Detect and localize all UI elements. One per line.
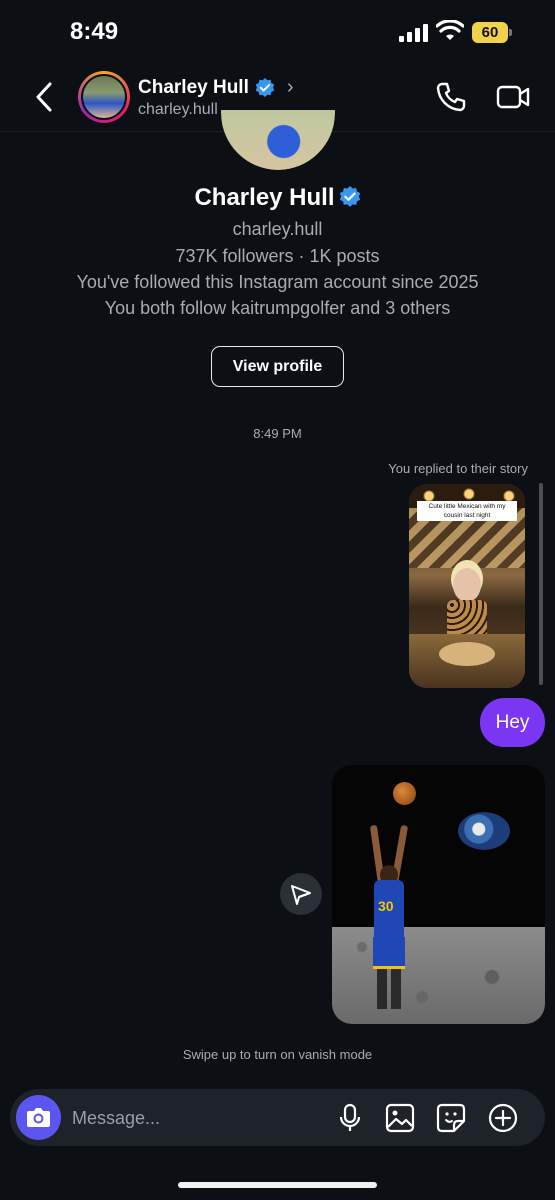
player: 30 (368, 824, 412, 1011)
message-input[interactable] (72, 1103, 312, 1133)
camera-button[interactable] (16, 1095, 61, 1140)
status-bar: 8:49 60 (0, 0, 555, 62)
verified-icon (255, 77, 275, 97)
back-chevron-icon[interactable] (30, 80, 60, 114)
battery-level: 60 (472, 22, 508, 43)
header-username[interactable]: charley.hull (138, 101, 218, 119)
profile-stats: 737K followers · 1K posts (175, 246, 380, 266)
add-icon[interactable] (488, 1103, 518, 1133)
story-caption: Cute little Mexican with my cousin last … (417, 501, 517, 521)
header-name: Charley Hull (138, 76, 249, 98)
camera-icon (27, 1108, 50, 1127)
jersey-number: 30 (378, 898, 394, 914)
story-reply-note: You replied to their story (388, 461, 528, 476)
header-avatar[interactable] (78, 71, 130, 123)
story-preview[interactable]: Cute little Mexican with my cousin last … (409, 484, 525, 688)
chevron-right-icon: › (286, 76, 294, 98)
view-profile-button[interactable]: View profile (211, 346, 344, 387)
profile-mutuals: You both follow kaitrumpgolfer and 3 oth… (104, 298, 451, 318)
header-name-row[interactable]: Charley Hull › (138, 76, 294, 99)
moon-surface (332, 927, 545, 1024)
profile-name-row: Charley Hull (0, 184, 555, 212)
sticker-icon[interactable] (436, 1103, 466, 1133)
scrollbar[interactable] (539, 483, 543, 685)
vanish-mode-hint: Swipe up to turn on vanish mode (182, 1047, 373, 1062)
profile-username: charley.hull (232, 219, 323, 239)
profile-followed-since: You've followed this Instagram account s… (76, 272, 479, 292)
profile-avatar[interactable] (221, 110, 335, 170)
battery-icon: 60 (472, 22, 512, 43)
phone-icon[interactable] (436, 82, 466, 112)
home-indicator[interactable] (178, 1182, 377, 1188)
verified-icon (339, 186, 360, 207)
video-camera-icon[interactable] (496, 83, 530, 111)
message-timestamp: 8:49 PM (253, 426, 302, 441)
share-button[interactable] (280, 873, 322, 915)
send-icon (291, 885, 311, 905)
gallery-icon[interactable] (385, 1103, 415, 1133)
basketball (393, 782, 416, 805)
profile-name: Charley Hull (194, 184, 335, 211)
earth (458, 812, 510, 850)
message-composer (10, 1089, 545, 1146)
wifi-icon (436, 20, 464, 40)
shared-image[interactable]: 30 (332, 765, 545, 1024)
sent-message-bubble[interactable]: Hey (480, 698, 545, 747)
status-time: 8:49 (70, 18, 119, 45)
microphone-icon[interactable] (335, 1103, 365, 1133)
cellular-signal-icon (399, 24, 429, 42)
